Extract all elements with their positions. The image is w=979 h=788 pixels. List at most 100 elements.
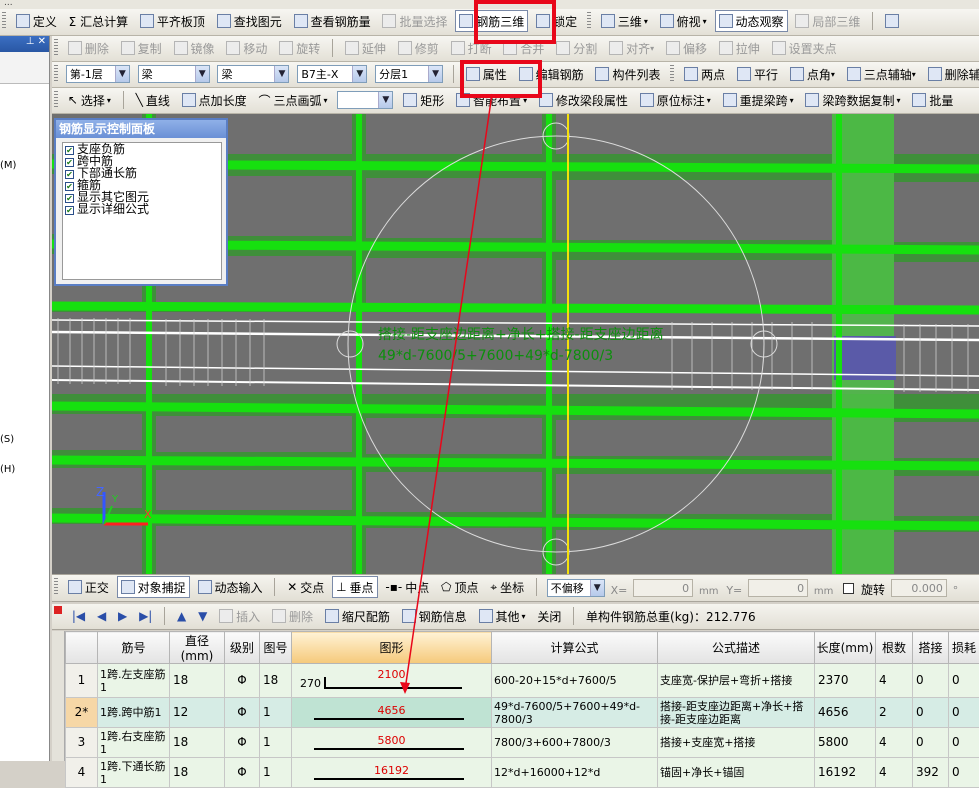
table-row[interactable]: 1 1跨.左支座筋1 18 Φ 18 270 2100 600-20+15*d+… bbox=[66, 664, 979, 698]
cell-grade[interactable]: Φ bbox=[225, 728, 260, 758]
parallel-button[interactable]: 平行 bbox=[733, 63, 782, 85]
mirror-button[interactable]: 镜像 bbox=[170, 37, 219, 59]
set-grip-button[interactable]: 设置夹点 bbox=[768, 37, 841, 59]
y-input[interactable]: 0 bbox=[748, 579, 808, 597]
dynamic-input-button[interactable]: 动态输入 bbox=[194, 576, 267, 598]
delete-button[interactable]: 删除 bbox=[64, 37, 113, 59]
cell-figure[interactable]: 270 2100 bbox=[292, 664, 492, 698]
cell-grade[interactable]: Φ bbox=[225, 758, 260, 788]
cell-lap[interactable]: 392 bbox=[913, 758, 949, 788]
ortho-button[interactable]: 正交 bbox=[64, 576, 113, 598]
rectangle-button[interactable]: 矩形 bbox=[399, 89, 448, 111]
span-data-copy-button[interactable]: 梁跨数据复制▾ bbox=[801, 89, 904, 111]
cell-grade[interactable]: Φ bbox=[225, 664, 260, 698]
object-snap-button[interactable]: 对象捕捉 bbox=[117, 576, 190, 598]
rebar-3d-button[interactable]: 钢筋三维 bbox=[455, 10, 528, 32]
col-loss[interactable]: 损耗 bbox=[949, 632, 979, 664]
zoom-button[interactable] bbox=[881, 10, 906, 32]
lock-button[interactable]: 锁定 bbox=[532, 10, 581, 32]
cell-formula[interactable]: 49*d-7600/5+7600+49*d-7800/3 bbox=[492, 698, 658, 728]
scale-rebar-button[interactable]: 缩尺配筋 bbox=[321, 605, 394, 627]
perpendicular-snap-button[interactable]: ⊥垂点 bbox=[332, 576, 377, 598]
view-3d-button[interactable]: 三维▾ bbox=[597, 10, 652, 32]
col-lap[interactable]: 搭接 bbox=[913, 632, 949, 664]
cell-grade[interactable]: Φ bbox=[225, 698, 260, 728]
last-record-button[interactable]: ▶| bbox=[135, 605, 156, 627]
other-button[interactable]: 其他▾ bbox=[475, 605, 530, 627]
rebar-info-button[interactable]: 钢筋信息 bbox=[398, 605, 471, 627]
cell-diameter[interactable]: 12 bbox=[170, 698, 225, 728]
align-button[interactable]: 对齐▾ bbox=[605, 37, 658, 59]
checkbox-show-detail-formula[interactable]: ✔显示详细公式 bbox=[63, 203, 221, 215]
cell-figure-no[interactable]: 1 bbox=[260, 728, 292, 758]
checkbox-icon[interactable]: ✔ bbox=[65, 170, 74, 179]
checkbox-icon[interactable]: ✔ bbox=[65, 206, 74, 215]
local-3d-button[interactable]: 局部三维 bbox=[791, 10, 864, 32]
cell-count[interactable]: 4 bbox=[876, 728, 913, 758]
in-situ-annotation-button[interactable]: 原位标注▾ bbox=[636, 89, 715, 111]
two-point-button[interactable]: 两点 bbox=[680, 63, 729, 85]
point-angle-button[interactable]: 点角▾ bbox=[786, 63, 839, 85]
prev-record-button[interactable]: ◀ bbox=[93, 605, 110, 627]
smart-layout-button[interactable]: 智能布置▾ bbox=[452, 89, 531, 111]
dynamic-observe-button[interactable]: 动态观察 bbox=[715, 10, 788, 32]
delete-row-button[interactable]: 删除 bbox=[268, 605, 317, 627]
cell-description[interactable]: 支座宽-保护层+弯折+搭接 bbox=[658, 664, 815, 698]
coordinate-snap-button[interactable]: ⌖坐标 bbox=[486, 576, 528, 598]
cell-figure-no[interactable]: 1 bbox=[260, 698, 292, 728]
delete-axis-button[interactable]: 删除辅轴 bbox=[924, 63, 979, 85]
cell-figure-no[interactable]: 18 bbox=[260, 664, 292, 698]
col-grade[interactable]: 级别 bbox=[225, 632, 260, 664]
edit-rebar-button[interactable]: 编辑钢筋 bbox=[515, 63, 588, 85]
cell-description[interactable]: 搭接-距支座边距离+净长+搭接-距支座边距离 bbox=[658, 698, 815, 728]
cell-length[interactable]: 5800 bbox=[815, 728, 876, 758]
insert-row-button[interactable]: 插入 bbox=[215, 605, 264, 627]
rotate-button[interactable]: 旋转 bbox=[275, 37, 324, 59]
cell-length[interactable]: 2370 bbox=[815, 664, 876, 698]
type-select-1[interactable]: 梁▼ bbox=[138, 65, 210, 83]
cell-diameter[interactable]: 18 bbox=[170, 728, 225, 758]
panel-close-icon[interactable] bbox=[54, 606, 62, 614]
point-length-button[interactable]: 点加长度 bbox=[178, 89, 251, 111]
extend-button[interactable]: 延伸 bbox=[341, 37, 390, 59]
summary-calc-button[interactable]: Σ 汇总计算 bbox=[65, 10, 132, 32]
three-point-axis-button[interactable]: 三点辅轴▾ bbox=[843, 63, 920, 85]
break-button[interactable]: 打断 bbox=[447, 37, 496, 59]
view-rebar-qty-button[interactable]: 查看钢筋量 bbox=[290, 10, 375, 32]
rotate-checkbox[interactable] bbox=[843, 583, 854, 594]
col-rebar-no[interactable]: 筋号 bbox=[98, 632, 170, 664]
cell-loss[interactable]: 0 bbox=[949, 664, 979, 698]
next-record-button[interactable]: ▶ bbox=[114, 605, 131, 627]
col-figure-no[interactable]: 图号 bbox=[260, 632, 292, 664]
offset-button[interactable]: 偏移 bbox=[662, 37, 711, 59]
type-select-2[interactable]: 梁▼ bbox=[217, 65, 289, 83]
checkbox-icon[interactable]: ✔ bbox=[65, 146, 74, 155]
col-count[interactable]: 根数 bbox=[876, 632, 913, 664]
table-row-current[interactable]: 2* 1跨.跨中筋1 12 Φ 1 4656 49*d-7600/5+7600+… bbox=[66, 698, 979, 728]
cell-rebar-no[interactable]: 1跨.下通长筋1 bbox=[98, 758, 170, 788]
modify-beam-segment-button[interactable]: 修改梁段属性 bbox=[535, 89, 632, 111]
cell-formula[interactable]: 12*d+16000+12*d bbox=[492, 758, 658, 788]
split-button[interactable]: 分割 bbox=[552, 37, 601, 59]
intersection-snap-button[interactable]: ✕交点 bbox=[283, 576, 328, 598]
re-extract-span-button[interactable]: 重提梁跨▾ bbox=[719, 89, 798, 111]
cell-diameter[interactable]: 18 bbox=[170, 758, 225, 788]
cell-rebar-no[interactable]: 1跨.左支座筋1 bbox=[98, 664, 170, 698]
cell-loss[interactable]: 0 bbox=[949, 698, 979, 728]
element-select[interactable]: B7主-X▼ bbox=[297, 65, 367, 83]
cell-lap[interactable]: 0 bbox=[913, 664, 949, 698]
batch-button[interactable]: 批量 bbox=[908, 89, 957, 111]
col-description[interactable]: 公式描述 bbox=[658, 632, 815, 664]
arc-mode-select[interactable]: ▼ bbox=[337, 91, 393, 109]
cell-loss[interactable]: 0 bbox=[949, 758, 979, 788]
cell-rebar-no[interactable]: 1跨.右支座筋1 bbox=[98, 728, 170, 758]
cell-figure[interactable]: 4656 bbox=[292, 698, 492, 728]
batch-select-button[interactable]: 批量选择 bbox=[378, 10, 451, 32]
select-button[interactable]: ↖选择▾ bbox=[64, 89, 115, 111]
pin-icon[interactable]: ⊥ bbox=[26, 36, 35, 47]
cell-count[interactable]: 4 bbox=[876, 664, 913, 698]
cell-formula[interactable]: 7800/3+600+7800/3 bbox=[492, 728, 658, 758]
cell-description[interactable]: 锚固+净长+锚固 bbox=[658, 758, 815, 788]
cell-figure-no[interactable]: 1 bbox=[260, 758, 292, 788]
layer-select[interactable]: 分层1▼ bbox=[375, 65, 443, 83]
